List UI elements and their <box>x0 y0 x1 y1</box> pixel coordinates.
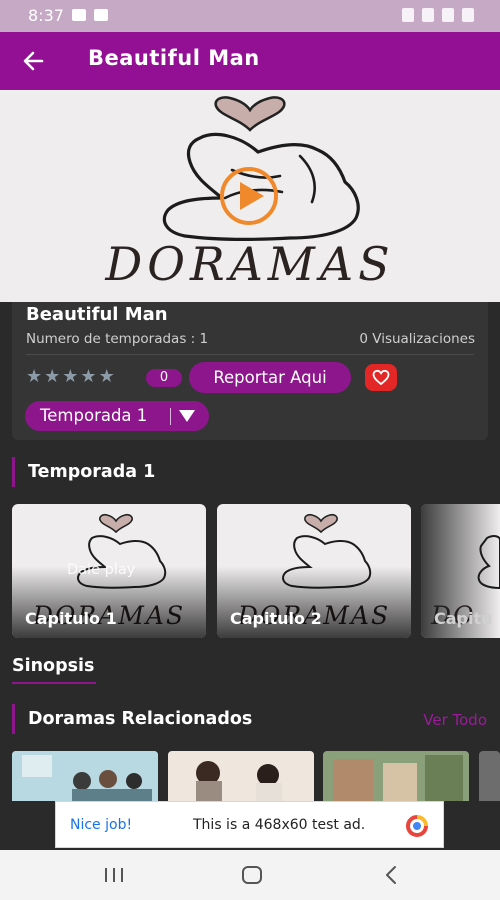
star-icon[interactable]: ★ <box>80 368 96 386</box>
recent-apps-icon[interactable] <box>100 862 128 888</box>
season-dropdown[interactable]: Temporada 1 <box>25 401 209 431</box>
ad-logo-icon <box>406 815 428 837</box>
chevron-down-icon <box>179 410 195 422</box>
star-icon[interactable]: ★ <box>62 368 78 386</box>
section-accent <box>12 704 15 734</box>
ad-text: This is a 468x60 test ad. <box>193 817 366 833</box>
episode-label: Capitulo 2 <box>230 609 322 628</box>
star-icon[interactable]: ★ <box>26 368 42 386</box>
related-thumbnail[interactable] <box>479 751 500 801</box>
arrow-left-icon[interactable] <box>18 46 50 76</box>
season-dropdown-label: Temporada 1 <box>40 406 148 425</box>
star-icon[interactable]: ★ <box>99 368 115 386</box>
episode-card[interactable]: DORAMAS Capitulo 2 <box>217 504 411 638</box>
related-thumbnail[interactable] <box>323 751 469 801</box>
battery-icon <box>462 8 474 22</box>
system-nav-bar <box>0 850 500 900</box>
ad-banner[interactable]: Nice job! This is a 468x60 test ad. <box>55 801 444 848</box>
back-nav-icon[interactable] <box>378 862 406 888</box>
episode-label: Capitu <box>434 609 493 628</box>
mute-icon <box>402 8 414 22</box>
section-title: Temporada 1 <box>28 462 156 482</box>
heart-icon <box>372 369 390 386</box>
status-bar: 8:37 <box>0 0 500 32</box>
report-button[interactable]: Reportar Aqui <box>189 362 351 393</box>
poster-image <box>12 751 158 801</box>
signal-icon <box>442 8 454 22</box>
views-count: 0 Visualizaciones <box>359 331 475 347</box>
episodes-section-header: Temporada 1 <box>12 456 312 490</box>
episode-label: Capitulo 1 <box>25 609 117 628</box>
banner-image[interactable]: DORAMAS <box>0 90 500 302</box>
episode-card[interactable]: DORAMAS Dale play Capitulo 1 <box>12 504 206 638</box>
screen: 8:37 Beautiful Man DORAMAS Beautiful Man… <box>0 0 500 900</box>
favorite-button[interactable] <box>365 364 397 391</box>
related-thumbnail[interactable] <box>168 751 314 801</box>
synopsis-underline <box>12 682 96 684</box>
page-title: Beautiful Man <box>88 46 260 70</box>
related-section-header: Doramas Relacionados <box>12 703 342 737</box>
info-card: Beautiful Man Numero de temporadas : 1 0… <box>12 302 488 440</box>
seasons-count: Numero de temporadas : 1 <box>26 331 209 347</box>
home-icon[interactable] <box>238 862 266 888</box>
rating-count-badge: 0 <box>146 369 182 387</box>
app-bar: Beautiful Man <box>0 32 500 90</box>
synopsis-title: Sinopsis <box>12 656 95 676</box>
image-icon <box>72 9 86 21</box>
poster-image <box>168 751 314 801</box>
play-overlay-text: Dale play <box>67 562 136 578</box>
section-title: Doramas Relacionados <box>28 709 253 729</box>
divider <box>170 408 171 425</box>
episode-card[interactable]: DO Capitu <box>421 504 500 638</box>
divider <box>26 354 474 355</box>
system-icons <box>402 8 474 22</box>
related-thumbnail[interactable] <box>12 751 158 801</box>
star-icon[interactable]: ★ <box>44 368 60 386</box>
svg-text:DORAMAS: DORAMAS <box>104 237 394 291</box>
notification-icons <box>72 9 108 21</box>
storage-icon <box>94 9 108 21</box>
see-all-link[interactable]: Ver Todo <box>423 711 487 729</box>
ad-headline: Nice job! <box>70 817 133 833</box>
doramas-logo: DORAMAS <box>104 96 394 291</box>
status-time: 8:37 <box>28 6 64 25</box>
poster-image <box>323 751 469 801</box>
section-accent <box>12 457 15 487</box>
rating-stars[interactable]: ★ ★ ★ ★ ★ <box>26 368 115 386</box>
drama-title: Beautiful Man <box>26 304 168 325</box>
wifi-icon <box>422 8 434 22</box>
